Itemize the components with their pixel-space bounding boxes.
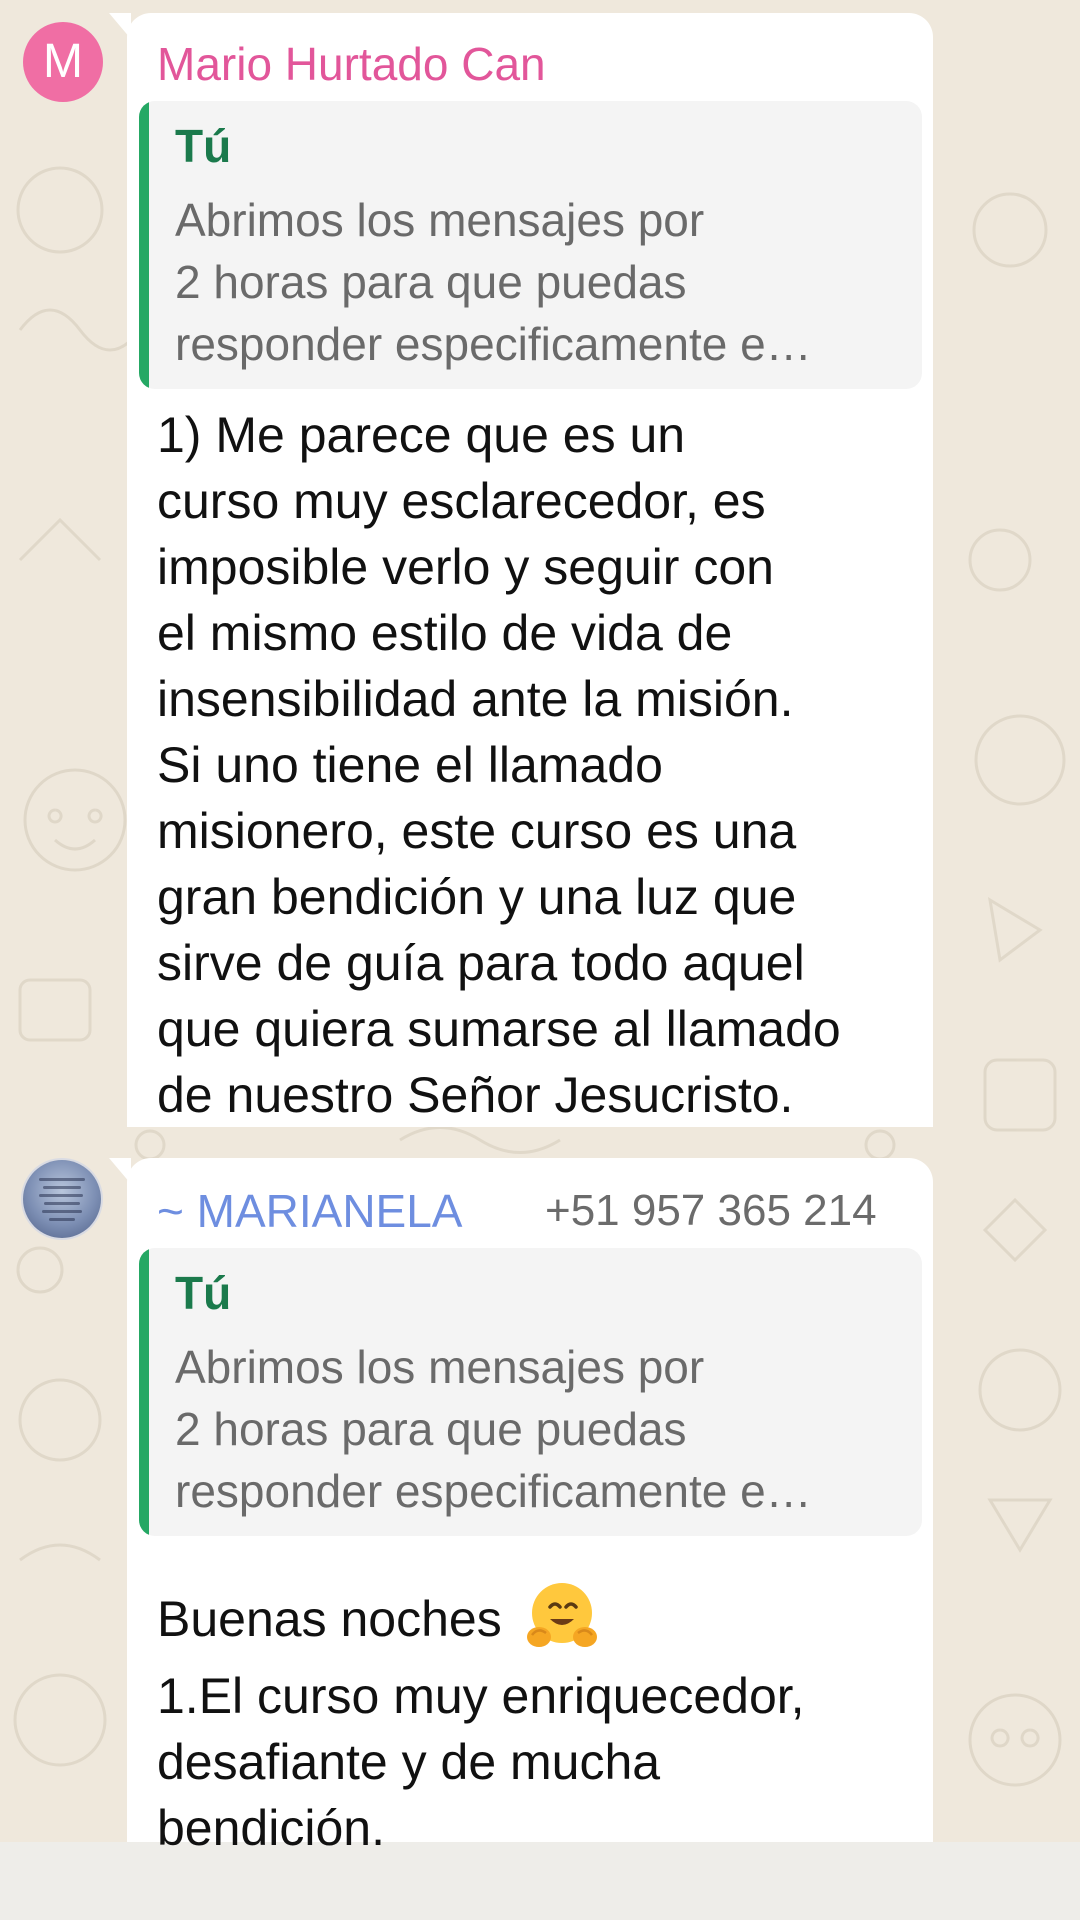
sender-name[interactable]: Mario Hurtado Can bbox=[157, 37, 546, 91]
quoted-message[interactable]: Tú Abrimos los mensajes por 2 horas para… bbox=[139, 101, 922, 389]
quote-author: Tú bbox=[175, 120, 232, 172]
quote-text: Abrimos los mensajes por 2 horas para qu… bbox=[175, 194, 812, 370]
sender-avatar[interactable] bbox=[23, 1160, 101, 1238]
quote-text: Abrimos los mensajes por 2 horas para qu… bbox=[175, 1341, 812, 1517]
message-text: 1.El curso muy enriquecedor, desafiante … bbox=[157, 1668, 805, 1856]
sender-phone[interactable]: +51 957 365 214 bbox=[545, 1186, 877, 1236]
greeting-text: Buenas noches bbox=[157, 1591, 502, 1648]
quote-accent-bar bbox=[139, 1248, 149, 1536]
quoted-message[interactable]: Tú Abrimos los mensajes por 2 horas para… bbox=[139, 1248, 922, 1536]
sender-name[interactable]: ~ MARIANELA bbox=[157, 1184, 463, 1238]
hugging-face-emoji bbox=[526, 1583, 597, 1647]
greeting-line: Buenas noches bbox=[157, 1583, 602, 1663]
quote-author: Tú bbox=[175, 1267, 232, 1319]
avatar-letter: M bbox=[43, 35, 83, 88]
quote-accent-bar bbox=[139, 101, 149, 389]
message-bubble[interactable]: Mario Hurtado Can Tú Abrimos los mensaje… bbox=[127, 13, 933, 1127]
sender-avatar[interactable]: M bbox=[23, 22, 103, 102]
message-bubble[interactable]: ~ MARIANELA +51 957 365 214 Tú Abrimos l… bbox=[127, 1158, 933, 1856]
message-text: 1) Me parece que es un curso muy esclare… bbox=[157, 407, 841, 1123]
